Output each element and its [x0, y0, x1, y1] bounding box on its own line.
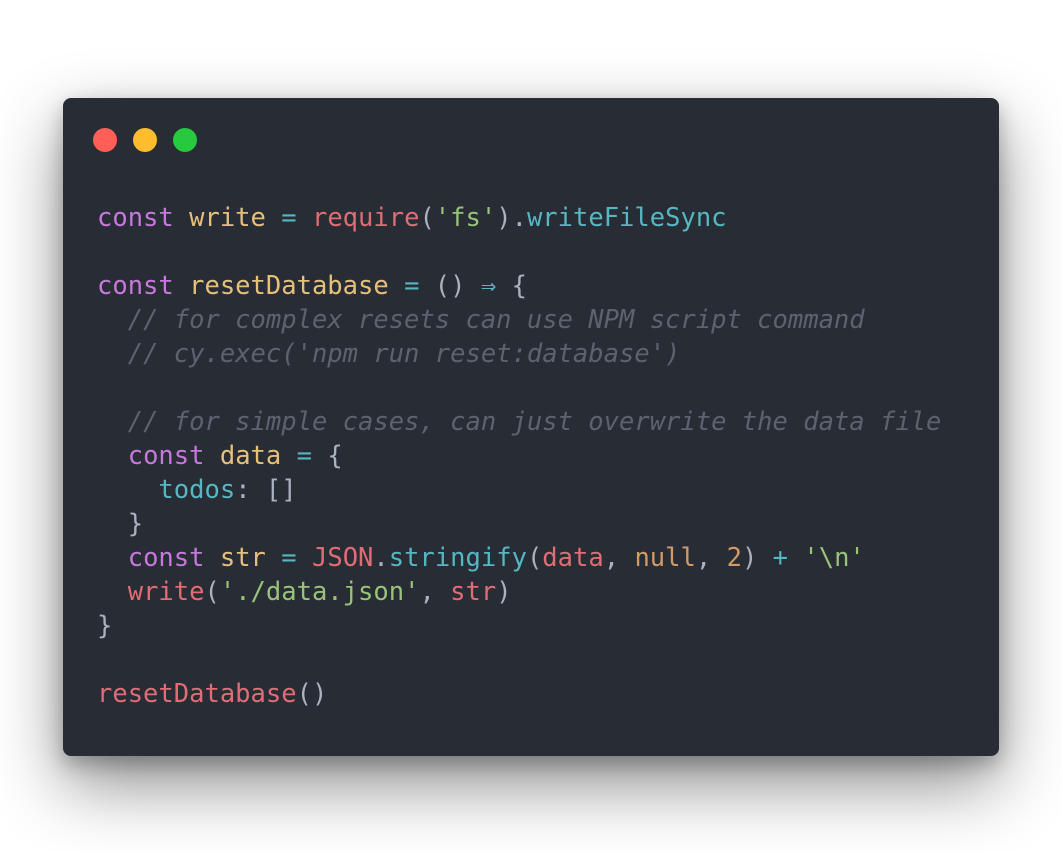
code-line: // cy.exec('npm run reset:database')	[97, 337, 941, 371]
code-token: stringify	[388, 543, 527, 573]
code-token: }	[97, 509, 144, 539]
code-line: const write = require('fs').writeFileSyn…	[97, 201, 941, 235]
code-token: =	[296, 441, 312, 471]
code-token: const	[127, 441, 205, 471]
code-token: './data.json'	[219, 577, 420, 607]
code-token: // for simple cases, can just overwrite …	[127, 407, 942, 437]
code-token: ()	[296, 679, 328, 709]
code-token: resetDatabase	[189, 271, 389, 301]
code-token: )	[496, 577, 512, 607]
code-token: write	[189, 203, 266, 233]
code-line: const str = JSON.stringify(data, null, 2…	[97, 541, 941, 575]
code-line: }	[97, 609, 941, 643]
code-line: }	[97, 507, 941, 541]
code-token: =	[404, 271, 420, 301]
code-token: (	[204, 577, 220, 607]
code-token: 'fs'	[434, 203, 497, 233]
code-token: ()	[419, 271, 481, 301]
code-line: write('./data.json', str)	[97, 575, 941, 609]
code-token: const	[97, 203, 174, 233]
code-token: {	[311, 441, 343, 471]
code-token: ).	[496, 203, 527, 233]
code-token: write	[127, 577, 205, 607]
code-token: '\n'	[803, 543, 865, 573]
code-token: resetDatabase	[97, 679, 297, 709]
code-token: data	[542, 543, 604, 573]
code-token: 2	[726, 543, 742, 573]
code-token: (	[526, 543, 543, 573]
maximize-button[interactable]	[173, 128, 197, 152]
window-controls	[93, 128, 197, 152]
code-line: const resetDatabase = () ⇒ {	[97, 269, 941, 303]
code-token: +	[772, 543, 789, 573]
code-token: todos	[158, 475, 236, 505]
code-token: require	[311, 203, 420, 233]
code-token: ,	[603, 543, 635, 573]
code-token: JSON	[311, 543, 374, 573]
close-button[interactable]	[93, 128, 117, 152]
code-line: // for complex resets can use NPM script…	[97, 303, 941, 337]
code-token: data	[219, 441, 282, 471]
code-line: todos: []	[97, 473, 941, 507]
minimize-button[interactable]	[133, 128, 157, 152]
code-token: str	[450, 577, 497, 607]
code-token: ⇒	[480, 271, 497, 301]
code-token: =	[281, 203, 297, 233]
code-token: // for complex resets can use NPM script…	[127, 305, 865, 335]
code-token: ,	[695, 543, 727, 573]
code-line: // for simple cases, can just overwrite …	[97, 405, 942, 439]
code-token: writeFileSync	[526, 203, 727, 233]
code-line: const data = {	[97, 439, 941, 473]
code-token: .	[373, 543, 389, 573]
code-token: {	[496, 271, 527, 301]
code-token: }	[97, 611, 113, 641]
code-token: =	[281, 543, 297, 573]
code-window: const write = require('fs').writeFileSyn…	[63, 98, 999, 756]
code-token: const	[97, 271, 174, 301]
code-token: ,	[419, 577, 451, 607]
code-token: // cy.exec('npm run reset:database')	[127, 339, 681, 369]
code-token: (	[419, 203, 435, 233]
code-block: const write = require('fs').writeFileSyn…	[97, 201, 941, 711]
code-token: )	[741, 543, 773, 573]
code-token: str	[219, 543, 266, 573]
code-token: : []	[235, 475, 297, 505]
code-line: resetDatabase()	[97, 677, 941, 711]
code-token: null	[634, 543, 696, 573]
code-token: const	[127, 543, 205, 573]
